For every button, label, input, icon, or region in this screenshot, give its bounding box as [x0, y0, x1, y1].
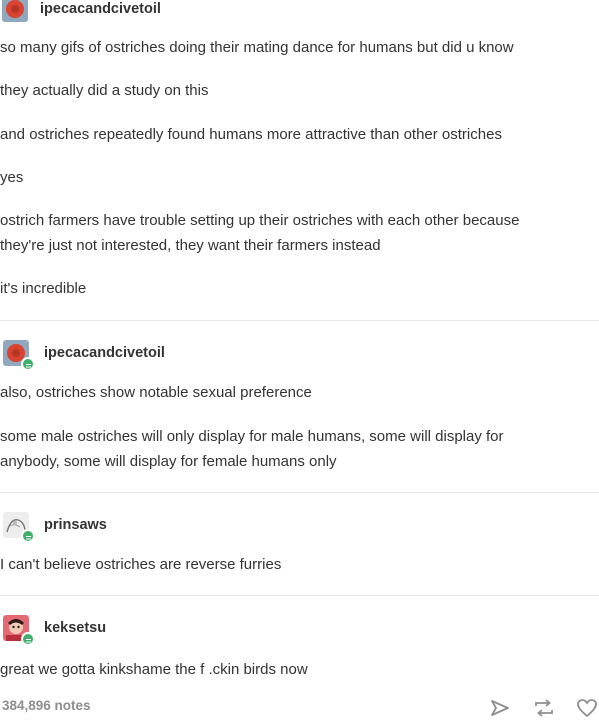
post-text-line: anybody, some will display for female hu… — [0, 453, 337, 470]
post-text-line: great we gotta kinkshame the f .ckin bir… — [0, 661, 308, 678]
post-text-line: some male ostriches will only display fo… — [0, 428, 504, 445]
post-text-line: and ostriches repeatedly found humans mo… — [0, 126, 502, 143]
post-2-header: ipecacandcivetoil — [3, 340, 165, 371]
red-circle-avatar-icon — [2, 0, 28, 22]
post-text-line: yes — [0, 169, 24, 186]
username[interactable]: ipecacandcivetoil — [40, 1, 161, 17]
notes-count[interactable]: 384,896 notes — [2, 698, 91, 713]
username[interactable]: ipecacandcivetoil — [44, 345, 165, 361]
reblog-icon[interactable] — [532, 697, 556, 719]
share-icon[interactable] — [489, 697, 511, 719]
avatar[interactable] — [3, 615, 35, 646]
post-text-line: they actually did a study on this — [0, 82, 209, 99]
post-footer: 384,896 notes — [0, 698, 599, 720]
post-text-line: they're just not interested, they want t… — [0, 237, 381, 254]
post-text-line: I can't believe ostriches are reverse fu… — [0, 556, 282, 573]
post-text-line: also, ostriches show notable sexual pref… — [0, 384, 312, 401]
like-heart-icon[interactable] — [576, 697, 598, 719]
avatar[interactable] — [3, 340, 35, 371]
divider — [0, 320, 599, 321]
avatar[interactable] — [3, 512, 35, 543]
divider — [0, 595, 599, 596]
post-text-line: ostrich farmers have trouble setting up … — [0, 212, 520, 229]
username[interactable]: keksetsu — [44, 620, 106, 636]
following-badge-icon — [21, 529, 35, 543]
username[interactable]: prinsaws — [44, 517, 107, 533]
post-4-header: keksetsu — [3, 615, 106, 646]
divider — [0, 492, 599, 493]
post-text-line: so many gifs of ostriches doing their ma… — [0, 39, 514, 56]
following-badge-icon — [21, 632, 35, 646]
post-text-line: it's incredible — [0, 280, 87, 297]
avatar[interactable] — [2, 0, 28, 22]
post-1-header: ipecacandcivetoil — [2, 0, 161, 22]
post-3-header: prinsaws — [3, 512, 107, 543]
following-badge-icon — [21, 357, 35, 371]
